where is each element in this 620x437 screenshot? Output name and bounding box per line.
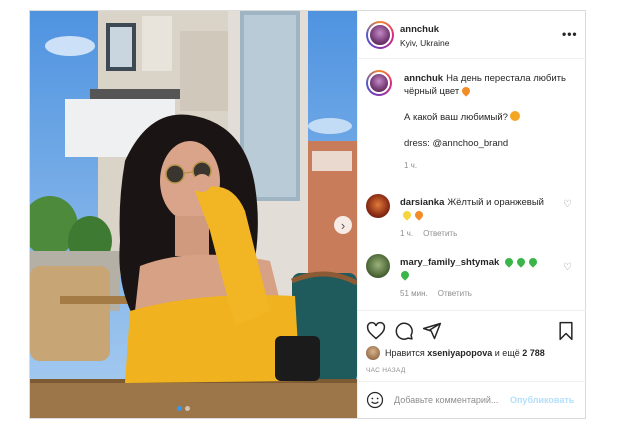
likes-summary: Нравится xseniyapopova и ещё 2 788: [366, 346, 545, 360]
yellow-heart-icon: [402, 210, 412, 219]
caption-dress: dress: @annchoo_brand: [404, 138, 509, 149]
bookmark-icon[interactable]: [556, 321, 576, 341]
comment-like-heart-icon[interactable]: ♡: [563, 199, 572, 210]
chevron-right-icon: ›: [340, 217, 346, 233]
more-icon[interactable]: •••: [562, 27, 578, 41]
comment-input[interactable]: Добавьте комментарий...: [394, 395, 498, 405]
carousel-dots: [177, 406, 190, 411]
caption-question: А какой ваш любимый?: [404, 112, 508, 123]
commenter-avatar[interactable]: [366, 194, 390, 218]
author-avatar[interactable]: [366, 70, 392, 96]
photo-illustration: [30, 11, 357, 418]
caption-time: 1 ч.: [404, 161, 418, 170]
author-username[interactable]: annchuk: [400, 24, 439, 35]
comment-time: 51 мин.: [400, 289, 428, 298]
comments-list: annchuk На день перестала любить чёрный ц…: [358, 60, 586, 310]
comment-like-heart-icon[interactable]: ♡: [563, 262, 572, 273]
commenter-avatar[interactable]: [366, 254, 390, 278]
green-heart-icon: [528, 257, 538, 266]
post-side-panel: annchuk Kyiv, Ukraine ••• annchuk На день…: [357, 11, 586, 418]
likes-middle: и ещё: [494, 348, 520, 358]
carousel-dot: [185, 406, 190, 411]
reply-link[interactable]: Ответить: [438, 289, 472, 298]
green-heart-icon: [400, 270, 410, 279]
post-time-ago[interactable]: ЧАС НАЗАД: [366, 367, 406, 374]
post-photo[interactable]: ›: [30, 11, 357, 418]
caption-username[interactable]: annchuk: [404, 73, 443, 84]
post-actions: [358, 310, 586, 350]
comment-time: 1 ч.: [400, 229, 414, 238]
orange-heart-icon: [461, 86, 471, 95]
orange-heart-icon: [414, 210, 424, 219]
instagram-post-modal: › annchuk Kyiv, Ukraine ••• annchuk На де…: [29, 10, 586, 419]
green-heart-icon: [516, 257, 526, 266]
smiling-face-icon: [509, 111, 520, 121]
post-location[interactable]: Kyiv, Ukraine: [400, 38, 449, 48]
smile-icon[interactable]: [366, 391, 384, 409]
comment-username[interactable]: darsianka: [400, 197, 444, 208]
share-icon[interactable]: [422, 321, 442, 341]
likes-prefix: Нравится: [385, 348, 425, 358]
likes-count[interactable]: 2 788: [522, 348, 545, 358]
comment-username[interactable]: mary_family_shtymak: [400, 257, 499, 268]
comment-icon[interactable]: [394, 321, 414, 341]
post-header: annchuk Kyiv, Ukraine •••: [358, 11, 586, 59]
carousel-next-button[interactable]: ›: [334, 216, 352, 234]
heart-icon[interactable]: [366, 321, 386, 341]
liker-avatar[interactable]: [366, 346, 380, 360]
publish-button[interactable]: Опубликовать: [510, 395, 574, 405]
carousel-dot: [177, 406, 182, 411]
author-avatar[interactable]: [366, 21, 394, 49]
caption-line-2: чёрный цвет: [404, 86, 460, 97]
reply-link[interactable]: Ответить: [423, 229, 457, 238]
green-heart-icon: [504, 257, 514, 266]
caption-line-1: На день перестала любить: [446, 73, 566, 84]
add-comment-bar: Добавьте комментарий... Опубликовать: [358, 381, 586, 418]
comment-text: Жёлтый и оранжевый: [447, 197, 544, 208]
liker-username[interactable]: xseniyapopova: [427, 348, 492, 358]
